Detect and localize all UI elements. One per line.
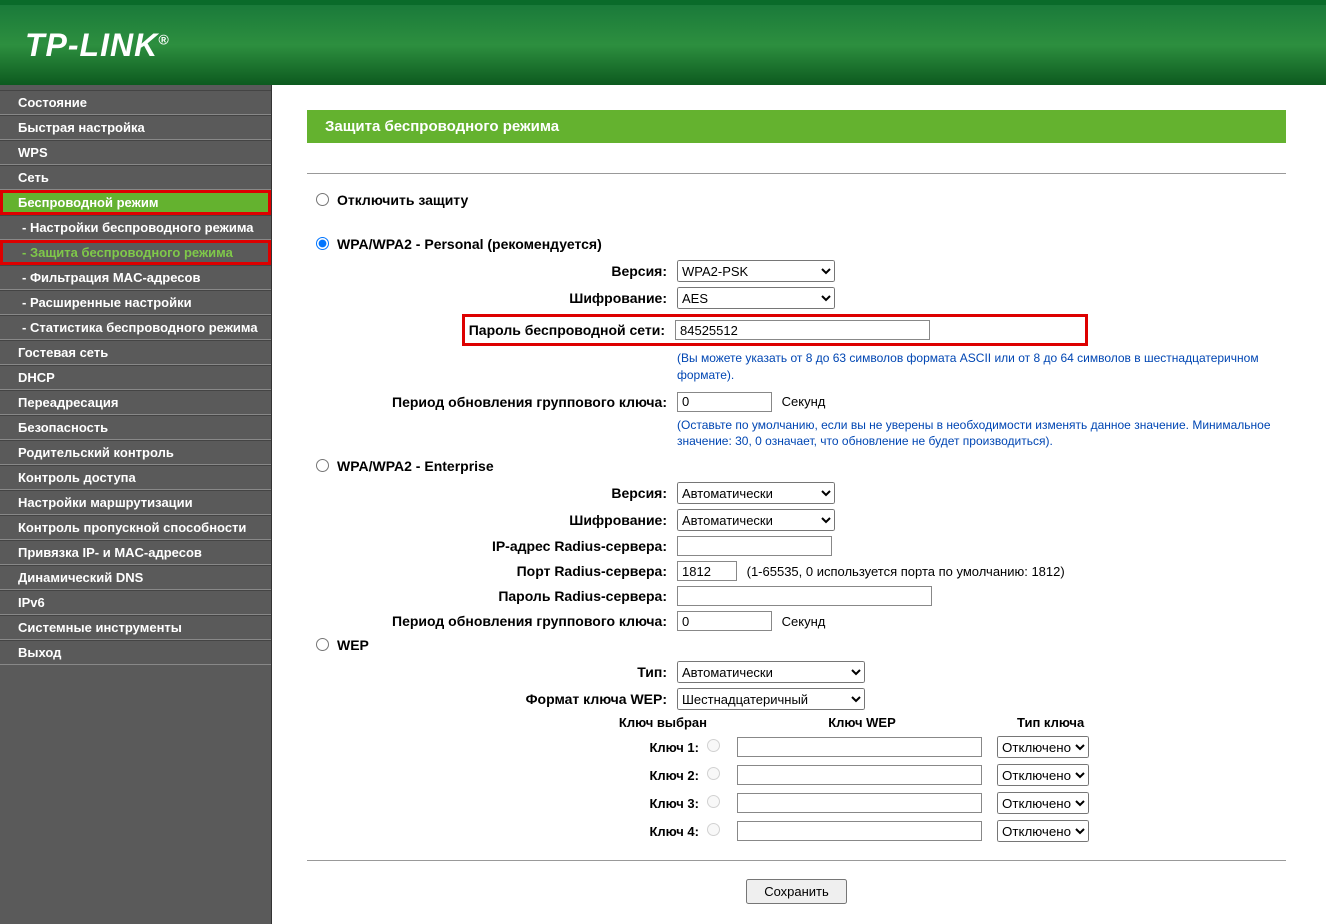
password-label: Пароль беспроводной сети: xyxy=(465,322,675,338)
sidebar-item-7[interactable]: - Фильтрация MAC-адресов xyxy=(0,265,271,290)
sidebar-item-11[interactable]: DHCP xyxy=(0,365,271,390)
wep-key-input-2[interactable] xyxy=(737,765,982,785)
wep-key-label: Ключ 2: xyxy=(527,768,707,783)
personal-gku-input[interactable] xyxy=(677,392,772,412)
wep-format-select[interactable]: Шестнадцатеричный xyxy=(677,688,865,710)
version-label: Версия: xyxy=(307,263,677,279)
sidebar-item-18[interactable]: Привязка IP- и MAC-адресов xyxy=(0,540,271,565)
sidebar-item-9[interactable]: - Статистика беспроводного режима xyxy=(0,315,271,340)
wep-label: WEP xyxy=(337,637,369,653)
key-selected-header: Ключ выбран xyxy=(527,715,727,730)
main-content: Защита беспроводного режима Отключить за… xyxy=(272,85,1326,924)
personal-encryption-select[interactable]: AES xyxy=(677,287,835,309)
gku-hint: (Оставьте по умолчанию, если вы не увере… xyxy=(677,417,1286,451)
wep-key-input-3[interactable] xyxy=(737,793,982,813)
wep-key-type-select-3[interactable]: Отключено xyxy=(997,792,1089,814)
gku-label: Период обновления группового ключа: xyxy=(307,394,677,410)
wep-key-row-1: Ключ 1: Отключено xyxy=(527,736,1286,758)
sidebar-item-2[interactable]: WPS xyxy=(0,140,271,165)
wep-key-input-1[interactable] xyxy=(737,737,982,757)
wep-key-type-select-1[interactable]: Отключено xyxy=(997,736,1089,758)
radius-port-label: Порт Radius-сервера: xyxy=(307,563,677,579)
radius-port-input[interactable] xyxy=(677,561,737,581)
sidebar-item-13[interactable]: Безопасность xyxy=(0,415,271,440)
page-title: Защита беспроводного режима xyxy=(307,110,1286,143)
sidebar: СостояниеБыстрая настройкаWPSСетьБеспров… xyxy=(0,85,272,924)
divider xyxy=(307,173,1286,174)
radio-wpa-enterprise[interactable] xyxy=(316,459,329,472)
wep-key-radio-1[interactable] xyxy=(707,739,720,752)
sidebar-item-6[interactable]: - Защита беспроводного режима xyxy=(0,240,271,265)
sidebar-item-14[interactable]: Родительский контроль xyxy=(0,440,271,465)
wpa-enterprise-label: WPA/WPA2 - Enterprise xyxy=(337,458,494,474)
radio-wep[interactable] xyxy=(316,638,329,651)
radius-ip-label: IP-адрес Radius-сервера: xyxy=(307,538,677,554)
key-type-header: Тип ключа xyxy=(997,715,1117,730)
wep-key-type-select-4[interactable]: Отключено xyxy=(997,820,1089,842)
wep-type-label: Тип: xyxy=(307,664,677,680)
wep-key-radio-4[interactable] xyxy=(707,823,720,836)
divider xyxy=(307,860,1286,861)
wep-key-row-3: Ключ 3: Отключено xyxy=(527,792,1286,814)
sidebar-item-12[interactable]: Переадресация xyxy=(0,390,271,415)
wpa-personal-label: WPA/WPA2 - Personal (рекомендуется) xyxy=(337,236,602,252)
brand-logo: TP-LINK® xyxy=(25,27,170,64)
sidebar-item-21[interactable]: Системные инструменты xyxy=(0,615,271,640)
wep-key-label: Ключ 3: xyxy=(527,796,707,811)
sidebar-item-15[interactable]: Контроль доступа xyxy=(0,465,271,490)
wireless-password-row: Пароль беспроводной сети: xyxy=(462,314,1088,346)
wep-key-radio-2[interactable] xyxy=(707,767,720,780)
personal-version-select[interactable]: WPA2-PSK xyxy=(677,260,835,282)
sidebar-item-5[interactable]: - Настройки беспроводного режима xyxy=(0,215,271,240)
sidebar-item-1[interactable]: Быстрая настройка xyxy=(0,115,271,140)
sidebar-item-10[interactable]: Гостевая сеть xyxy=(0,340,271,365)
header: TP-LINK® xyxy=(0,0,1326,85)
wep-key-label: Ключ 1: xyxy=(527,740,707,755)
sidebar-item-16[interactable]: Настройки маршрутизации xyxy=(0,490,271,515)
sidebar-item-20[interactable]: IPv6 xyxy=(0,590,271,615)
sidebar-item-8[interactable]: - Расширенные настройки xyxy=(0,290,271,315)
wep-type-select[interactable]: Автоматически xyxy=(677,661,865,683)
enterprise-gku-input[interactable] xyxy=(677,611,772,631)
wep-key-label: Ключ 4: xyxy=(527,824,707,839)
sidebar-item-22[interactable]: Выход xyxy=(0,640,271,665)
sidebar-item-19[interactable]: Динамический DNS xyxy=(0,565,271,590)
radius-port-hint: (1-65535, 0 используется порта по умолча… xyxy=(747,564,1065,579)
wep-key-row-4: Ключ 4: Отключено xyxy=(527,820,1286,842)
wep-format-label: Формат ключа WEP: xyxy=(307,691,677,707)
encryption-label: Шифрование: xyxy=(307,290,677,306)
wep-key-row-2: Ключ 2: Отключено xyxy=(527,764,1286,786)
sidebar-item-3[interactable]: Сеть xyxy=(0,165,271,190)
enterprise-version-select[interactable]: Автоматически xyxy=(677,482,835,504)
sidebar-item-4[interactable]: Беспроводной режим xyxy=(0,190,271,215)
seconds-label: Секунд xyxy=(782,394,826,409)
disable-security-label: Отключить защиту xyxy=(337,192,468,208)
enterprise-encryption-select[interactable]: Автоматически xyxy=(677,509,835,531)
radius-pw-input[interactable] xyxy=(677,586,932,606)
wireless-password-input[interactable] xyxy=(675,320,930,340)
wep-key-radio-3[interactable] xyxy=(707,795,720,808)
save-button[interactable]: Сохранить xyxy=(746,879,847,904)
radius-pw-label: Пароль Radius-сервера: xyxy=(307,588,677,604)
sidebar-item-17[interactable]: Контроль пропускной способности xyxy=(0,515,271,540)
sidebar-item-0[interactable]: Состояние xyxy=(0,90,271,115)
radio-wpa-personal[interactable] xyxy=(316,237,329,250)
wep-key-type-select-2[interactable]: Отключено xyxy=(997,764,1089,786)
wep-key-input-4[interactable] xyxy=(737,821,982,841)
radio-disable-security[interactable] xyxy=(316,193,329,206)
wep-key-header: Ключ WEP xyxy=(727,715,997,730)
radius-ip-input[interactable] xyxy=(677,536,832,556)
password-hint: (Вы можете указать от 8 до 63 символов ф… xyxy=(677,350,1286,384)
